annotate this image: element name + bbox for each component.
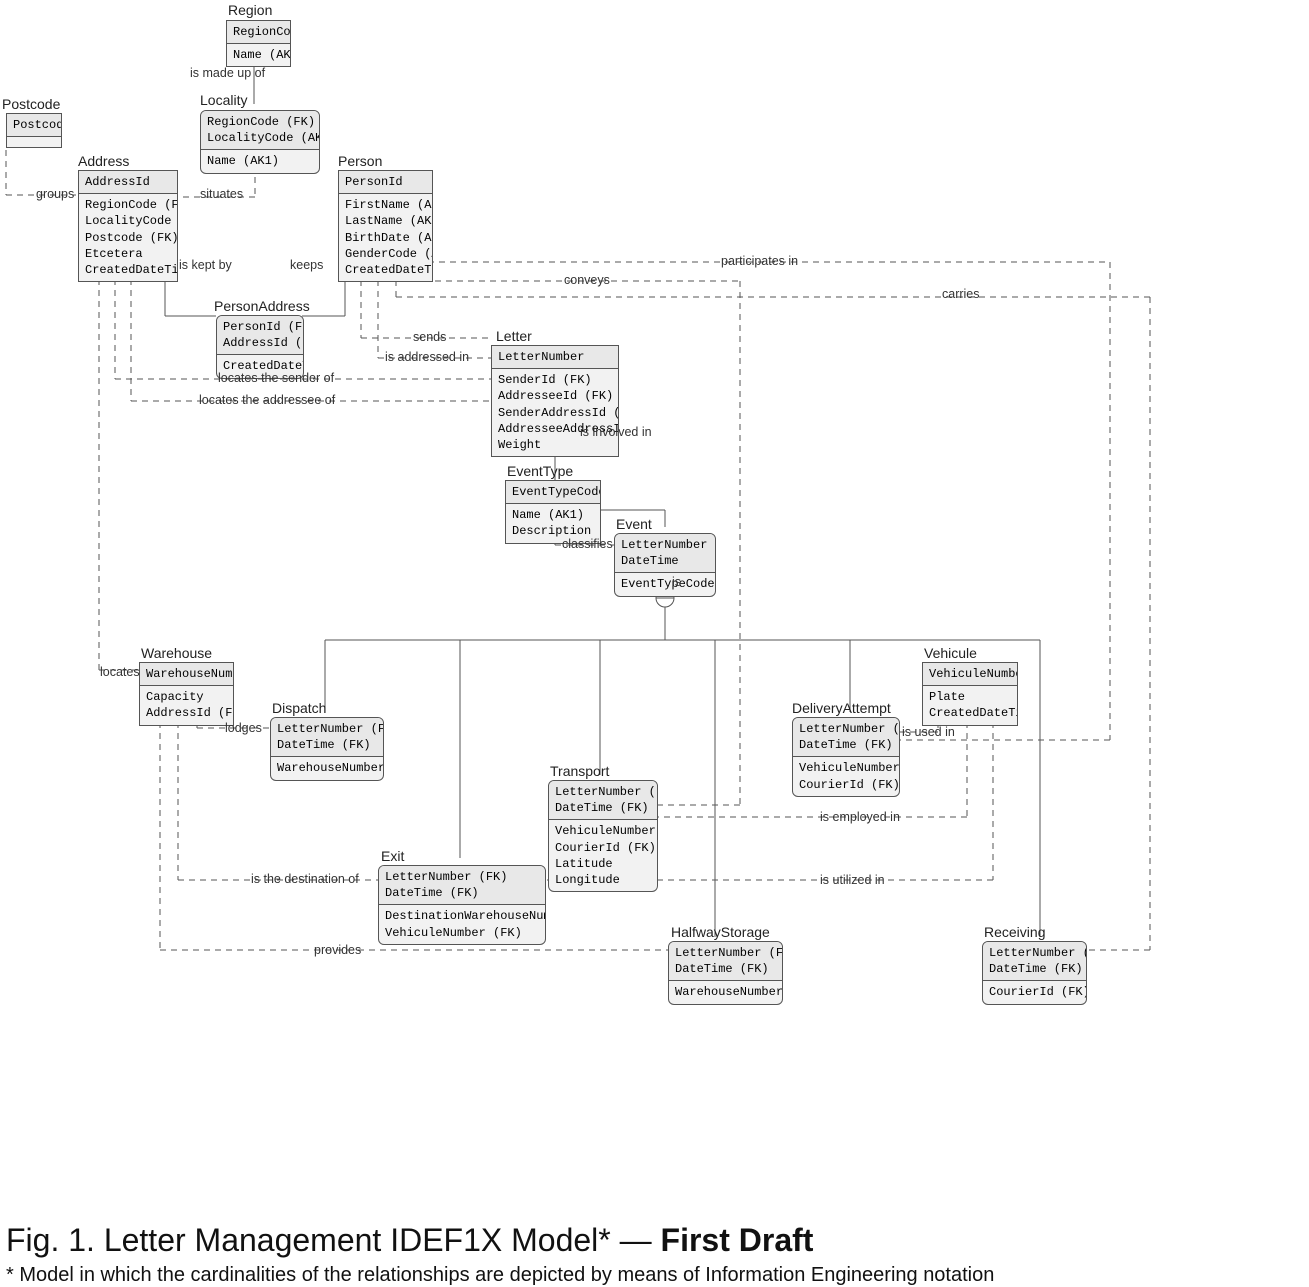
entity-attrs: VehiculeNumber (FK) CourierId (FK) bbox=[793, 757, 899, 795]
rel-is-employed-in: is employed in bbox=[820, 810, 900, 824]
rel-is-addressed-in: is addressed in bbox=[385, 350, 469, 364]
entity-title-dispatch: Dispatch bbox=[272, 700, 326, 716]
entity-title-personaddress: PersonAddress bbox=[214, 298, 310, 314]
entity-halfwaystorage: LetterNumber (FK) DateTime (FK) Warehous… bbox=[668, 941, 783, 1005]
rel-is-kept-by: is kept by bbox=[179, 258, 232, 272]
entity-title-person: Person bbox=[338, 153, 382, 169]
entity-pk: AddressId bbox=[79, 171, 177, 194]
rel-provides: provides bbox=[314, 943, 361, 957]
entity-vehicule: VehiculeNumber Plate CreatedDateTime bbox=[922, 662, 1018, 726]
entity-deliveryattempt: LetterNumber (FK) DateTime (FK) Vehicule… bbox=[792, 717, 900, 797]
rel-participates-in: participates in bbox=[721, 254, 798, 268]
rel-classifies: classifies bbox=[562, 537, 613, 551]
entity-attrs: Name (AK1) bbox=[201, 150, 319, 172]
entity-pk: RegionCode bbox=[227, 21, 290, 44]
entity-attrs: DestinationWarehouseNumber (FK) Vehicule… bbox=[379, 905, 545, 943]
diagram-canvas: Region RegionCode Name (AK1) Postcode Po… bbox=[0, 0, 1309, 1277]
entity-title-postcode: Postcode bbox=[2, 96, 60, 112]
rel-is-used-in: is used in bbox=[902, 725, 955, 739]
entity-title-eventtype: EventType bbox=[507, 463, 573, 479]
figure-caption: Fig. 1. Letter Management IDEF1X Model* … bbox=[6, 1222, 813, 1259]
entity-title-locality: Locality bbox=[200, 92, 247, 108]
rel-is-destination: is the destination of bbox=[251, 872, 359, 886]
entity-attrs: VehiculeNumber (FK) CourierId (FK) Latit… bbox=[549, 820, 657, 891]
entity-receiving: LetterNumber (FK) DateTime (FK) CourierI… bbox=[982, 941, 1087, 1005]
entity-exit: LetterNumber (FK) DateTime (FK) Destinat… bbox=[378, 865, 546, 945]
entity-title-address: Address bbox=[78, 153, 129, 169]
entity-pk: LetterNumber (FK) DateTime (FK) bbox=[549, 781, 657, 820]
entity-attrs: RegionCode (FK) LocalityCode (FK) Postco… bbox=[79, 194, 177, 281]
entity-title-letter: Letter bbox=[496, 328, 532, 344]
rel-groups: groups bbox=[36, 187, 74, 201]
entity-title-event: Event bbox=[616, 516, 652, 532]
entity-title-halfwaystorage: HalfwayStorage bbox=[671, 924, 770, 940]
entity-dispatch: LetterNumber (FK) DateTime (FK) Warehous… bbox=[270, 717, 384, 781]
entity-address: AddressId RegionCode (FK) LocalityCode (… bbox=[78, 170, 178, 282]
rel-lodges: lodges bbox=[225, 721, 262, 735]
entity-personaddress: PersonId (FK) AddressId (FK) CreatedDate… bbox=[216, 315, 304, 379]
entity-postcode: Postcode bbox=[6, 113, 62, 148]
entity-pk: LetterNumber (FK) DateTime (FK) bbox=[793, 718, 899, 757]
entity-attrs: Name (AK1) bbox=[227, 44, 290, 66]
entity-title-region: Region bbox=[228, 2, 272, 18]
entity-pk: LetterNumber (FK) DateTime (FK) bbox=[379, 866, 545, 905]
entity-warehouse: WarehouseNumber Capacity AddressId (FK) bbox=[139, 662, 234, 726]
figure-footnote: * Model in which the cardinalities of th… bbox=[6, 1264, 994, 1287]
entity-title-exit: Exit bbox=[381, 848, 404, 864]
entity-pk: LetterNumber (FK) DateTime (FK) bbox=[983, 942, 1086, 981]
entity-event: LetterNumber (FK) DateTime EventTypeCode… bbox=[614, 533, 716, 597]
entity-region: RegionCode Name (AK1) bbox=[226, 20, 291, 67]
rel-locates-addressee: locates the addressee of bbox=[199, 393, 335, 407]
entity-title-warehouse: Warehouse bbox=[141, 645, 212, 661]
entity-attrs: SenderId (FK) AddresseeId (FK) SenderAdd… bbox=[492, 369, 618, 456]
entity-pk: LetterNumber (FK) DateTime bbox=[615, 534, 715, 573]
rel-locates: locates bbox=[100, 665, 140, 679]
entity-pk: LetterNumber (FK) DateTime (FK) bbox=[669, 942, 782, 981]
entity-pk: PersonId (FK) AddressId (FK) bbox=[217, 316, 303, 355]
entity-eventtype: EventTypeCode Name (AK1) Description (AK… bbox=[505, 480, 601, 544]
entity-pk: LetterNumber (FK) DateTime (FK) bbox=[271, 718, 383, 757]
entity-pk: RegionCode (FK) (AK1) LocalityCode (AK1) bbox=[201, 111, 319, 150]
rel-sends: sends bbox=[413, 330, 446, 344]
entity-transport: LetterNumber (FK) DateTime (FK) Vehicule… bbox=[548, 780, 658, 892]
entity-pk: LetterNumber bbox=[492, 346, 618, 369]
entity-pk: Postcode bbox=[7, 114, 61, 137]
rel-is-made-up-of: is made up of bbox=[190, 66, 265, 80]
rel-situates: situates bbox=[200, 187, 243, 201]
entity-pk: VehiculeNumber bbox=[923, 663, 1017, 686]
entity-locality: RegionCode (FK) (AK1) LocalityCode (AK1)… bbox=[200, 110, 320, 174]
rel-conveys: conveys bbox=[564, 273, 610, 287]
rel-is-involved-in: is involved in bbox=[580, 425, 652, 439]
entity-letter: LetterNumber SenderId (FK) AddresseeId (… bbox=[491, 345, 619, 457]
entity-attrs: Capacity AddressId (FK) bbox=[140, 686, 233, 724]
entity-attrs: WarehouseNumber (FK) bbox=[669, 981, 782, 1003]
caption-prefix: Fig. 1. Letter Management IDEF1X Model* … bbox=[6, 1222, 661, 1258]
rel-keeps: keeps bbox=[290, 258, 323, 272]
entity-person: PersonId FirstName (AK1) LastName (AK1) … bbox=[338, 170, 433, 282]
entity-attrs: EventTypeCode (FK) bbox=[615, 573, 715, 595]
entity-title-deliveryattempt: DeliveryAttempt bbox=[792, 700, 891, 716]
relationship-lines bbox=[0, 0, 1309, 1277]
entity-attrs bbox=[7, 137, 61, 147]
entity-title-receiving: Receiving bbox=[984, 924, 1045, 940]
rel-carries: carries bbox=[942, 287, 980, 301]
entity-attrs: CourierId (FK) bbox=[983, 981, 1086, 1003]
entity-pk: EventTypeCode bbox=[506, 481, 600, 504]
caption-bold: First Draft bbox=[661, 1222, 814, 1258]
entity-attrs: FirstName (AK1) LastName (AK1) BirthDate… bbox=[339, 194, 432, 281]
entity-pk: WarehouseNumber bbox=[140, 663, 233, 686]
entity-attrs: WarehouseNumber (FK) bbox=[271, 757, 383, 779]
rel-locates-sender: locates the sender of bbox=[218, 371, 334, 385]
rel-is: is bbox=[672, 575, 681, 589]
entity-title-vehicule: Vehicule bbox=[924, 645, 977, 661]
entity-attrs: Plate CreatedDateTime bbox=[923, 686, 1017, 724]
rel-is-utilized-in: is utilized in bbox=[820, 873, 885, 887]
entity-title-transport: Transport bbox=[550, 763, 609, 779]
entity-pk: PersonId bbox=[339, 171, 432, 194]
